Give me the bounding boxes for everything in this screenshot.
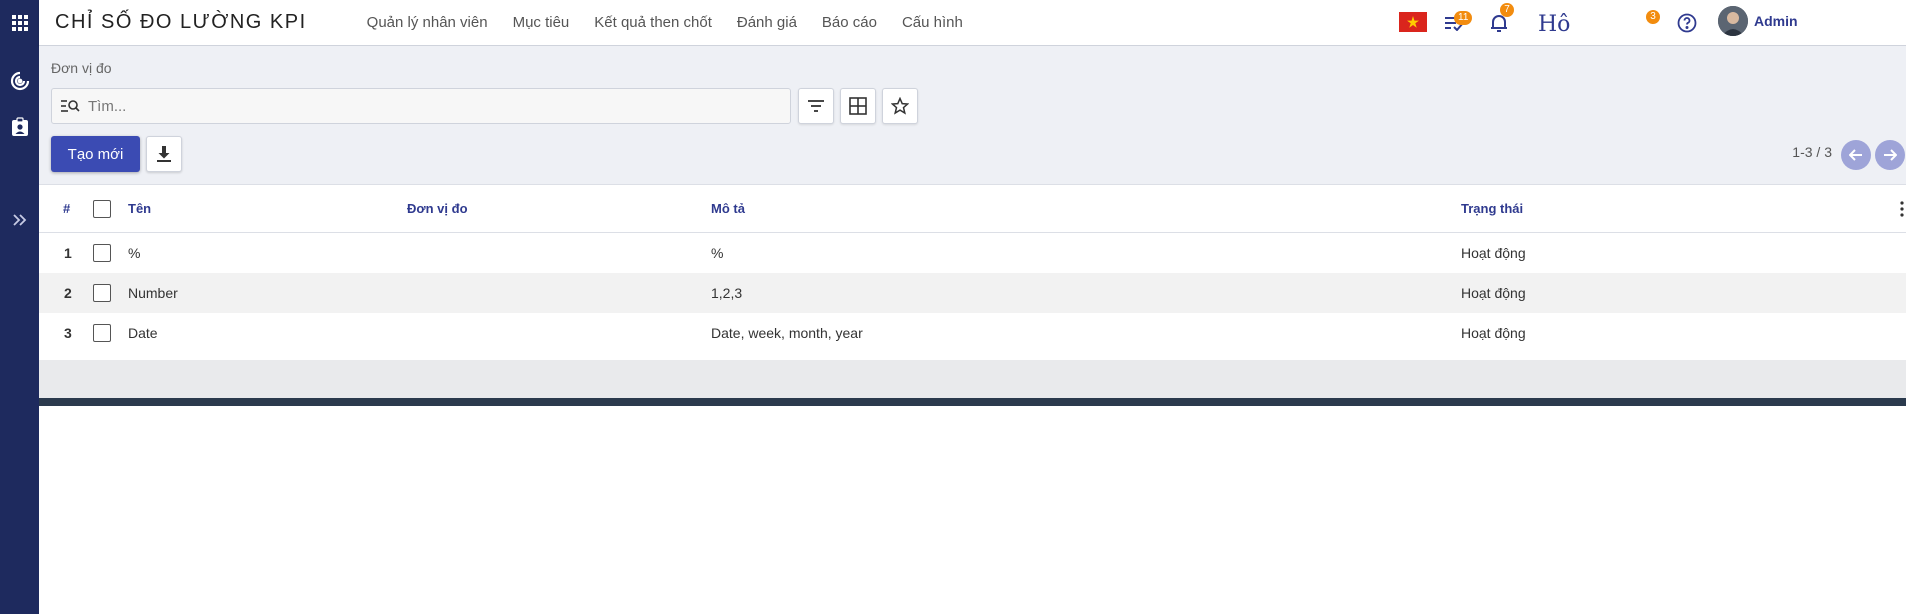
search-input[interactable]: [88, 97, 768, 115]
arrow-left-icon: [1849, 149, 1863, 161]
create-button[interactable]: Tạo mới: [51, 136, 140, 172]
search-filter-icon: [60, 99, 80, 113]
download-button[interactable]: [146, 136, 182, 172]
search-bar[interactable]: [51, 88, 791, 124]
pager-previous-button[interactable]: [1841, 140, 1871, 170]
header-description[interactable]: Mô tả: [711, 201, 745, 216]
menu-employees[interactable]: Quản lý nhân viên: [367, 14, 488, 31]
header-name[interactable]: Tên: [128, 201, 151, 216]
menu-configuration[interactable]: Cấu hình: [902, 14, 963, 31]
table-header: # Tên Đơn vị đo Mô tả Trạng thái: [39, 185, 1906, 233]
control-panel: Đơn vị đo Tạo mới: [39, 46, 1906, 185]
row-name: %: [128, 245, 141, 261]
activities-badge: 11: [1454, 11, 1473, 25]
table-row[interactable]: 3 Date Date, week, month, year Hoạt động: [39, 313, 1906, 353]
pager-value[interactable]: 1-3 / 3: [1792, 144, 1832, 160]
apps-grid-icon[interactable]: [0, 8, 39, 38]
app-title[interactable]: CHỈ SỐ ĐO LƯỜNG KPI: [55, 11, 307, 34]
row-checkbox[interactable]: [93, 244, 111, 262]
row-number: 1: [64, 245, 72, 261]
row-status: Hoạt động: [1461, 325, 1526, 341]
arrow-right-icon: [1883, 149, 1897, 161]
row-description: Date, week, month, year: [711, 325, 863, 341]
clipboard-user-icon[interactable]: [0, 112, 39, 142]
double-chevron-right-icon[interactable]: [0, 205, 39, 235]
row-description: 1,2,3: [711, 285, 743, 301]
favorites-button[interactable]: [882, 88, 918, 124]
download-icon: [156, 145, 172, 163]
header-unit[interactable]: Đơn vị đo: [407, 201, 468, 216]
table-row[interactable]: 2 Number 1,2,3 Hoạt động: [39, 273, 1906, 313]
systray: 11 7 Hô 3 Admin: [1386, 0, 1906, 46]
row-status: Hoạt động: [1461, 285, 1526, 301]
help-circle-icon[interactable]: [1676, 12, 1698, 34]
header-status[interactable]: Trạng thái: [1461, 201, 1523, 216]
row-status: Hoạt động: [1461, 245, 1526, 261]
row-checkbox[interactable]: [93, 324, 111, 342]
row-name: Number: [128, 285, 178, 301]
avatar[interactable]: [1718, 6, 1748, 36]
menu-objectives[interactable]: Mục tiêu: [513, 14, 570, 31]
table-footer: [39, 360, 1906, 400]
row-number: 3: [64, 325, 72, 341]
chat-badge[interactable]: 3: [1646, 10, 1660, 24]
table-grid-icon: [849, 97, 867, 115]
table-row[interactable]: 1 % % Hoạt động: [39, 233, 1906, 273]
main-menu: Quản lý nhân viên Mục tiêu Kết quả then …: [367, 14, 988, 31]
pager-next-button[interactable]: [1875, 140, 1905, 170]
header-number: #: [63, 201, 71, 216]
notifications-badge: 7: [1500, 3, 1514, 17]
star-icon: [891, 97, 909, 115]
menu-evaluation[interactable]: Đánh giá: [737, 14, 797, 31]
signature-text: Hô: [1538, 11, 1571, 37]
vietnam-flag-icon[interactable]: [1399, 12, 1427, 32]
target-icon[interactable]: [0, 66, 39, 96]
select-all-checkbox[interactable]: [93, 200, 111, 218]
column-options-icon[interactable]: [1900, 201, 1904, 220]
left-rail: [0, 0, 39, 614]
group-by-button[interactable]: [840, 88, 876, 124]
menu-key-results[interactable]: Kết quả then chốt: [594, 14, 712, 31]
footer-divider: [39, 398, 1906, 406]
filter-icon: [807, 99, 825, 113]
breadcrumb: Đơn vị đo: [51, 60, 112, 76]
top-navbar: CHỈ SỐ ĐO LƯỜNG KPI Quản lý nhân viên Mụ…: [39, 0, 1906, 46]
menu-reports[interactable]: Báo cáo: [822, 14, 877, 31]
row-checkbox[interactable]: [93, 284, 111, 302]
row-name: Date: [128, 325, 158, 341]
user-name[interactable]: Admin: [1754, 13, 1798, 29]
filter-button[interactable]: [798, 88, 834, 124]
list-table: # Tên Đơn vị đo Mô tả Trạng thái 1 % % H…: [39, 185, 1906, 353]
row-number: 2: [64, 285, 72, 301]
row-description: %: [711, 245, 724, 261]
